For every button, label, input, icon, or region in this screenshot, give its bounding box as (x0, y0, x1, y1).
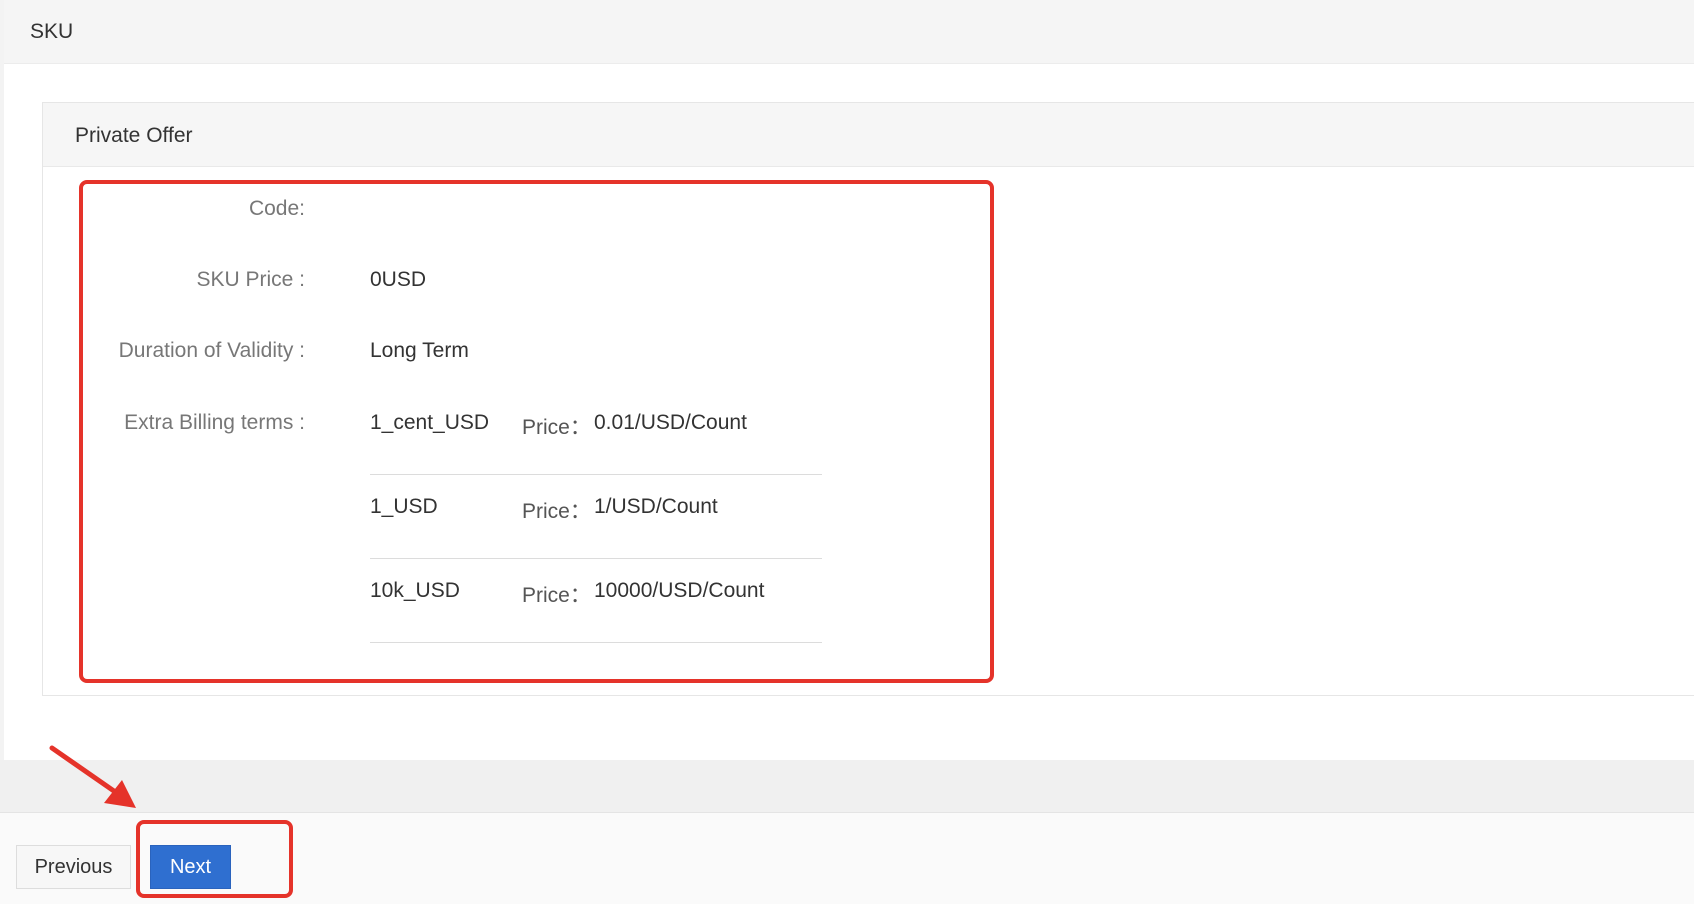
pointer-arrow-icon (49, 745, 136, 808)
page: SKU Private Offer Code: SKU Price : 0USD… (0, 0, 1694, 904)
